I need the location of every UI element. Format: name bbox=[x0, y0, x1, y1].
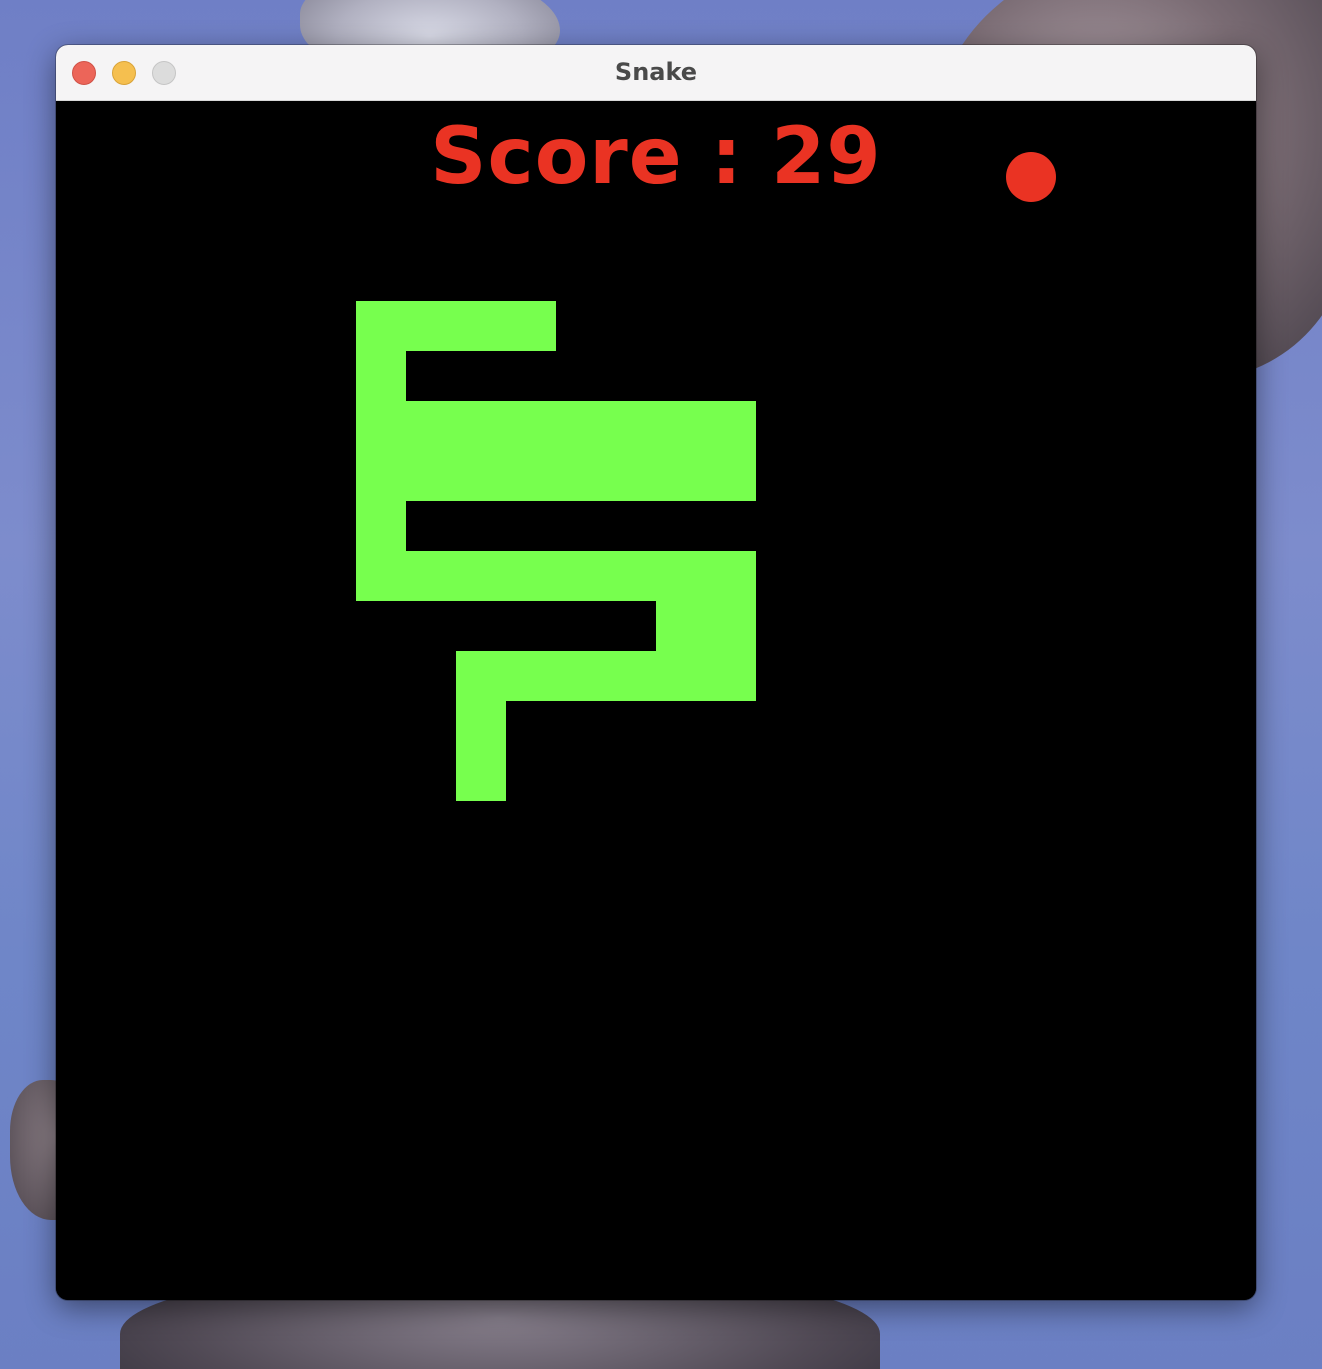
snake-segment bbox=[456, 401, 506, 451]
snake-segment bbox=[556, 651, 606, 701]
game-window: Snake Score : 29 bbox=[56, 45, 1256, 1300]
snake-segment bbox=[656, 601, 706, 651]
snake-segment bbox=[606, 551, 656, 601]
snake-segment bbox=[456, 301, 506, 351]
snake-segment bbox=[706, 601, 756, 651]
snake-segment bbox=[356, 301, 406, 351]
snake-segment bbox=[556, 451, 606, 501]
score-label: Score : 29 bbox=[430, 112, 882, 202]
snake-segment bbox=[706, 551, 756, 601]
snake-segment bbox=[356, 551, 406, 601]
snake-segment bbox=[406, 301, 456, 351]
snake-segment bbox=[606, 451, 656, 501]
snake-segment bbox=[456, 701, 506, 751]
snake-segment bbox=[556, 401, 606, 451]
snake-segment bbox=[406, 551, 456, 601]
snake-segment bbox=[456, 551, 506, 601]
snake-segment bbox=[606, 651, 656, 701]
snake-segment bbox=[656, 401, 706, 451]
snake-segment bbox=[506, 651, 556, 701]
snake-segment bbox=[356, 501, 406, 551]
game-board[interactable]: Score : 29 bbox=[56, 101, 1256, 1300]
snake-segment bbox=[656, 551, 706, 601]
snake-segment bbox=[706, 451, 756, 501]
snake-segment bbox=[456, 451, 506, 501]
snake-segment bbox=[606, 401, 656, 451]
snake-segment bbox=[506, 451, 556, 501]
snake-segment bbox=[706, 401, 756, 451]
snake-segment bbox=[506, 551, 556, 601]
snake-segment bbox=[356, 451, 406, 501]
snake-segment bbox=[706, 651, 756, 701]
title-bar[interactable]: Snake bbox=[56, 45, 1256, 101]
snake-segment bbox=[656, 451, 706, 501]
snake-segment bbox=[406, 451, 456, 501]
snake-segment bbox=[456, 651, 506, 701]
snake-segment bbox=[406, 401, 456, 451]
snake-segment bbox=[506, 401, 556, 451]
food-pellet bbox=[1006, 152, 1056, 202]
snake-segment bbox=[656, 651, 706, 701]
snake-segment bbox=[456, 751, 506, 801]
window-title: Snake bbox=[614, 58, 698, 86]
snake-segment bbox=[506, 301, 556, 351]
snake-segment bbox=[556, 551, 606, 601]
snake-segment bbox=[356, 351, 406, 401]
snake-segment bbox=[356, 401, 406, 451]
